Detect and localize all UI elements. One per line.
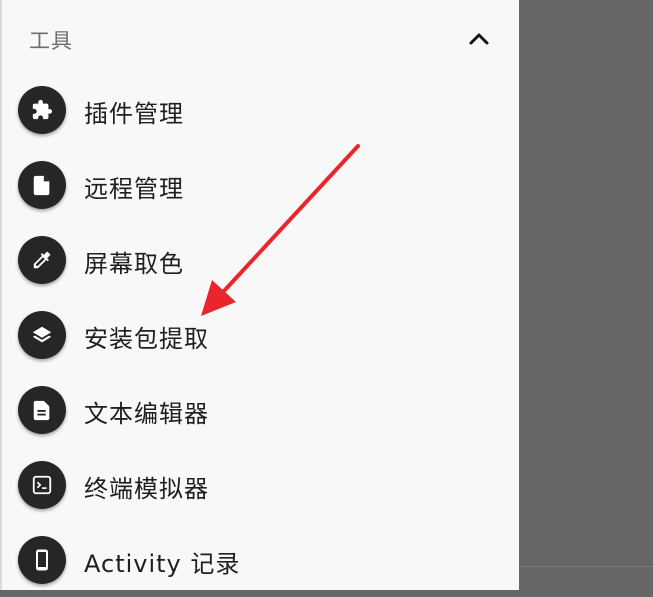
menu-item-label: 屏幕取色 [84,250,184,278]
menu-item-plugin-manager[interactable]: 插件管理 [2,72,521,147]
phone-icon [18,536,66,584]
section-title: 工具 [29,29,73,53]
menu-item-label: 安装包提取 [84,325,209,353]
menu-item-label: 文本编辑器 [84,400,209,428]
menu-item-label: 远程管理 [84,175,184,203]
file-icon [18,161,66,209]
menu-item-label: Activity 记录 [84,550,241,578]
menu-item-remote-manager[interactable]: 远程管理 [2,147,521,222]
layers-icon [18,311,66,359]
terminal-icon [18,461,66,509]
menu-item-label: 插件管理 [84,100,184,128]
menu-item-terminal-emulator[interactable]: 终端模拟器 [2,447,521,522]
menu-item-activity-log[interactable]: Activity 记录 [2,522,521,597]
section-header[interactable]: 工具 [2,0,519,78]
divider [519,566,653,567]
menu-item-text-editor[interactable]: 文本编辑器 [2,372,521,447]
chevron-up-icon[interactable] [464,24,494,54]
navigation-drawer: 工具 插件管理 远程管理 屏幕取色 安装包提取 文本编辑器 终端模拟器 Acti… [0,0,519,590]
menu-item-apk-extractor[interactable]: 安装包提取 [2,297,521,372]
document-icon [18,386,66,434]
eyedropper-icon [18,236,66,284]
menu-item-label: 终端模拟器 [84,475,209,503]
menu-item-color-picker[interactable]: 屏幕取色 [2,222,521,297]
puzzle-icon [18,86,66,134]
